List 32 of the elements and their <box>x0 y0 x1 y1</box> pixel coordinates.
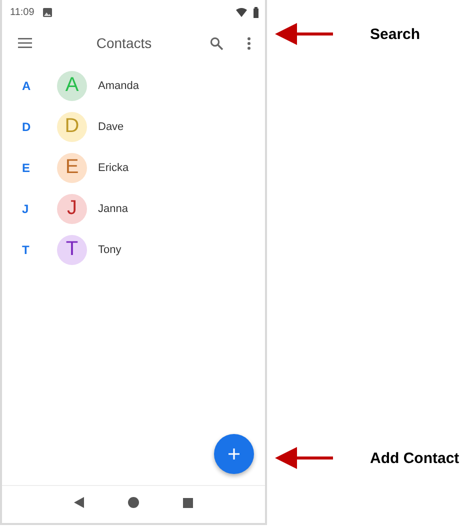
search-icon[interactable] <box>210 36 223 50</box>
contact-avatar: T <box>57 234 87 264</box>
battery-icon <box>253 6 259 18</box>
app-title: Contacts <box>95 35 153 51</box>
contact-name[interactable]: Dave <box>98 120 124 132</box>
image-icon <box>43 8 52 16</box>
back-icon[interactable] <box>74 497 84 508</box>
annotation-label: Search <box>370 26 420 42</box>
contact-avatar: D <box>57 112 87 142</box>
menu-icon[interactable] <box>18 38 32 48</box>
contact-name[interactable]: Amanda <box>98 80 139 92</box>
section-letter: T <box>22 242 30 256</box>
contact-name[interactable]: Ericka <box>98 162 129 174</box>
contact-name[interactable]: Tony <box>98 244 122 256</box>
recents-icon[interactable] <box>183 498 193 508</box>
section-letter: A <box>22 78 32 92</box>
arrow <box>275 22 333 46</box>
plus-icon <box>228 448 240 460</box>
section-letter: E <box>22 160 32 174</box>
status-time: 11:09 <box>10 6 34 18</box>
arrow <box>275 446 333 470</box>
wifi-icon <box>236 8 247 16</box>
more-options-icon[interactable] <box>247 36 251 50</box>
add-contact-button[interactable] <box>214 434 254 474</box>
annotation-label: Add Contact <box>370 450 460 466</box>
home-icon[interactable] <box>128 497 139 508</box>
contact-avatar: A <box>57 70 87 100</box>
section-letter: J <box>22 202 30 216</box>
contact-avatar: J <box>57 194 87 224</box>
contact-name[interactable]: Janna <box>98 202 128 214</box>
contact-avatar: E <box>57 152 87 182</box>
section-letter: D <box>22 120 32 134</box>
